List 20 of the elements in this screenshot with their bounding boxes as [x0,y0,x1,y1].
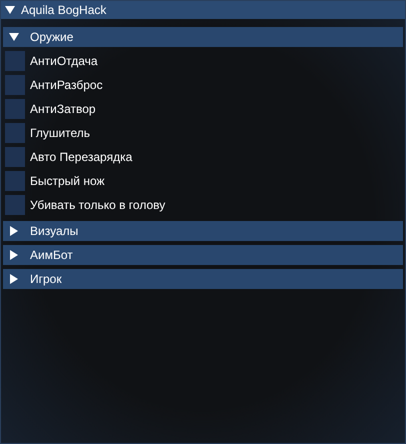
window-title: Aquila BogHack [21,2,106,19]
checkbox-label: Убивать только в голову [30,197,166,214]
checkbox[interactable] [5,51,25,71]
checkbox[interactable] [5,75,25,95]
title-bar[interactable]: Aquila BogHack [1,1,405,19]
checkbox[interactable] [5,123,25,143]
checkbox-label: Быстрый нож [30,173,105,190]
checkbox-label: АнтиОтдача [30,53,98,70]
checkbox-label: АнтиРазброс [30,77,103,94]
checkbox[interactable] [5,195,25,215]
checkbox[interactable] [5,99,25,119]
section-header[interactable]: Оружие [3,27,403,47]
section-header[interactable]: Игрок [3,269,403,289]
section-header[interactable]: АимБот [3,245,403,265]
checkbox-label: Глушитель [30,125,90,142]
section-header[interactable]: Визуалы [3,221,403,241]
checkbox[interactable] [5,171,25,191]
checkbox[interactable] [5,147,25,167]
checkbox-label: АнтиЗатвор [30,101,96,118]
checkbox-label: Авто Перезарядка [30,149,132,166]
